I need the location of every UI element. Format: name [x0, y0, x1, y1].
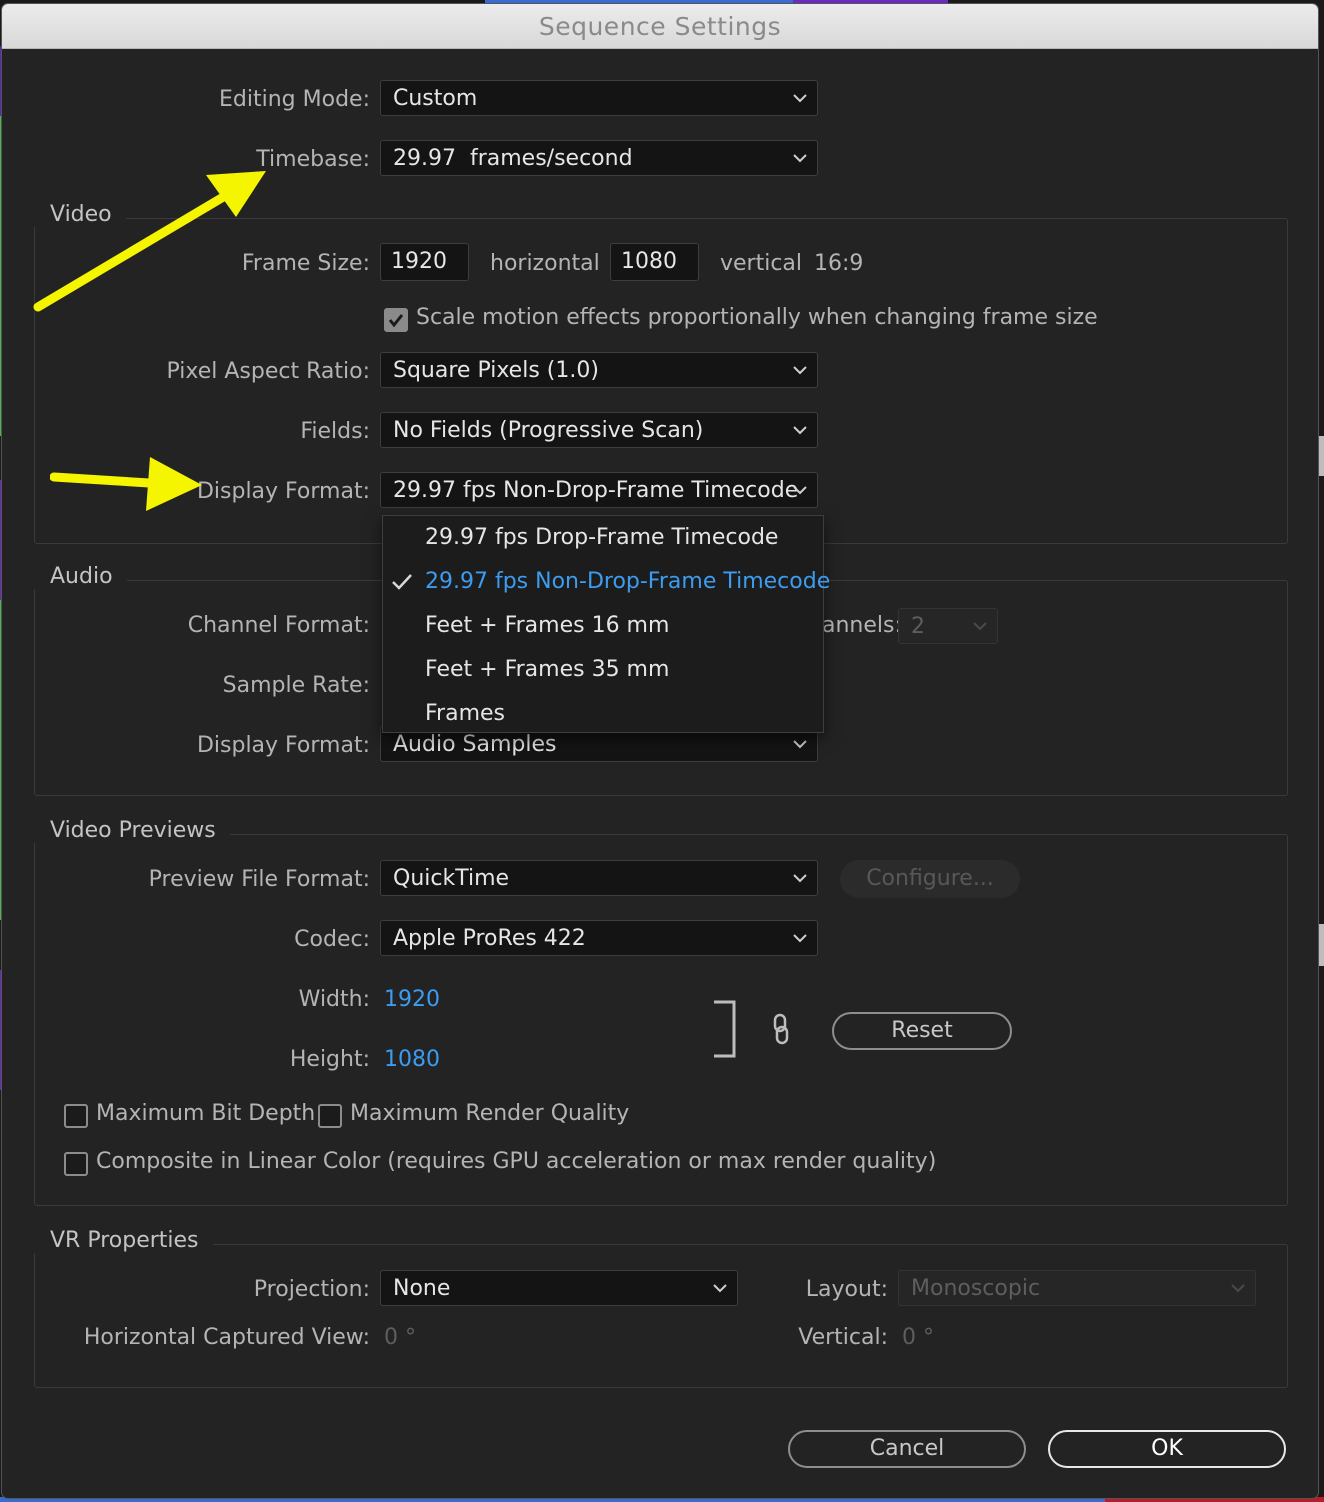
pixel-aspect-ratio-label: Pixel Aspect Ratio: — [166, 359, 371, 384]
fields-dropdown[interactable]: No Fields (Progressive Scan) — [380, 412, 818, 448]
chevron-down-icon — [1231, 1284, 1245, 1293]
preview-file-format-dropdown[interactable]: QuickTime — [380, 860, 818, 896]
editing-mode-label: Editing Mode: — [219, 87, 370, 112]
projection-label: Projection: — [253, 1277, 370, 1302]
chevron-down-icon — [793, 934, 807, 943]
checkmark-icon — [392, 574, 412, 590]
menu-item-frames[interactable]: Frames — [383, 692, 823, 736]
menu-item-non-drop-frame[interactable]: 29.97 fps Non-Drop-Frame Timecode — [383, 560, 830, 604]
background-strip-right-gray — [1318, 436, 1324, 476]
configure-button[interactable]: Configure... — [840, 860, 1020, 898]
cancel-button[interactable]: Cancel — [788, 1430, 1026, 1468]
fields-label: Fields: — [300, 419, 370, 444]
chevron-down-icon — [973, 622, 987, 631]
background-strip-right-gray-2 — [1318, 924, 1324, 966]
projection-dropdown[interactable]: None — [380, 1270, 738, 1306]
preview-width-value[interactable]: 1920 — [384, 987, 440, 1012]
preview-height-label: Height: — [289, 1047, 370, 1072]
display-format-menu: 29.97 fps Drop-Frame Timecode 29.97 fps … — [382, 515, 830, 736]
audio-display-format-label: Display Format: — [196, 733, 370, 758]
menu-item-drop-frame[interactable]: 29.97 fps Drop-Frame Timecode — [383, 516, 823, 560]
frame-width-value: 1920 — [391, 249, 447, 274]
preview-height-value[interactable]: 1080 — [384, 1047, 440, 1072]
chevron-down-icon — [793, 486, 807, 495]
frame-width-input[interactable]: 1920 — [380, 243, 469, 281]
scale-motion-label: Scale motion effects proportionally when… — [416, 305, 1098, 330]
video-display-format-label: Display Format: — [196, 479, 370, 504]
max-render-quality-label: Maximum Render Quality — [350, 1101, 630, 1126]
pixel-aspect-ratio-value: Square Pixels (1.0) — [393, 358, 599, 383]
chevron-down-icon — [793, 94, 807, 103]
fields-value: No Fields (Progressive Scan) — [393, 418, 704, 443]
chevron-down-icon — [793, 740, 807, 749]
menu-item-label: Feet + Frames 16 mm — [425, 613, 670, 638]
ok-button[interactable]: OK — [1048, 1430, 1286, 1468]
menu-item-label: 29.97 fps Non-Drop-Frame Timecode — [425, 569, 831, 594]
layout-dropdown[interactable]: Monoscopic — [898, 1270, 1256, 1306]
codec-label: Codec: — [294, 927, 370, 952]
channels-value: 2 — [911, 614, 925, 639]
editing-mode-value: Custom — [393, 86, 478, 111]
vertical-label: vertical — [720, 251, 803, 276]
layout-value: Monoscopic — [911, 1276, 1041, 1301]
chevron-down-icon — [713, 1284, 727, 1293]
menu-item-feet-frames-16[interactable]: Feet + Frames 16 mm — [383, 604, 823, 648]
scale-motion-checkbox[interactable] — [384, 308, 408, 332]
frame-height-input[interactable]: 1080 — [610, 243, 699, 281]
annotation-arrow-timebase-icon — [33, 171, 266, 312]
menu-item-label: 29.97 fps Drop-Frame Timecode — [425, 525, 779, 550]
composite-linear-checkbox[interactable] — [64, 1152, 88, 1176]
frame-height-value: 1080 — [621, 249, 677, 274]
max-bit-depth-checkbox[interactable] — [64, 1104, 88, 1128]
aspect-ratio-text: 16:9 — [814, 251, 864, 276]
projection-value: None — [393, 1276, 451, 1301]
audio-group-title: Audio — [34, 564, 127, 589]
timebase-value: 29.97 frames/second — [393, 146, 633, 171]
video-previews-group-title: Video Previews — [34, 818, 230, 843]
channel-format-label: Channel Format: — [187, 613, 370, 638]
preview-width-label: Width: — [298, 987, 370, 1012]
max-render-quality-checkbox[interactable] — [318, 1104, 342, 1128]
timebase-dropdown[interactable]: 29.97 frames/second — [380, 140, 818, 176]
reset-button[interactable]: Reset — [832, 1012, 1012, 1050]
annotation-arrow-display-format-icon — [50, 457, 202, 511]
preview-file-format-value: QuickTime — [393, 866, 510, 891]
channels-dropdown[interactable]: 2 — [898, 608, 998, 644]
preview-file-format-label: Preview File Format: — [148, 867, 370, 892]
horizontal-view-value: 0 ° — [384, 1325, 416, 1350]
channels-label: annels: — [822, 613, 902, 638]
checkmark-icon — [388, 314, 404, 328]
link-bracket-icon — [714, 1000, 736, 1058]
chain-link-icon[interactable] — [772, 1013, 790, 1045]
vertical-view-label: Vertical: — [798, 1325, 888, 1350]
editing-mode-dropdown[interactable]: Custom — [380, 80, 818, 116]
layout-label: Layout: — [805, 1277, 888, 1302]
menu-item-feet-frames-35[interactable]: Feet + Frames 35 mm — [383, 648, 823, 692]
video-display-format-value: 29.97 fps Non-Drop-Frame Timecode — [393, 478, 799, 503]
vr-properties-group-title: VR Properties — [34, 1228, 213, 1253]
menu-item-label: Feet + Frames 35 mm — [425, 657, 670, 682]
menu-item-label: Frames — [425, 701, 506, 726]
horizontal-label: horizontal — [490, 251, 600, 276]
chevron-down-icon — [793, 426, 807, 435]
pixel-aspect-ratio-dropdown[interactable]: Square Pixels (1.0) — [380, 352, 818, 388]
chevron-down-icon — [793, 154, 807, 163]
sample-rate-label: Sample Rate: — [222, 673, 370, 698]
video-display-format-dropdown[interactable]: 29.97 fps Non-Drop-Frame Timecode — [380, 472, 818, 508]
horizontal-view-label: Horizontal Captured View: — [83, 1325, 370, 1350]
chevron-down-icon — [793, 874, 807, 883]
dialog-title: Sequence Settings — [2, 4, 1318, 49]
codec-dropdown[interactable]: Apple ProRes 422 — [380, 920, 818, 956]
chevron-down-icon — [793, 366, 807, 375]
max-bit-depth-label: Maximum Bit Depth — [96, 1101, 316, 1126]
codec-value: Apple ProRes 422 — [393, 926, 586, 951]
timebase-label: Timebase: — [256, 147, 370, 172]
vr-properties-group — [34, 1244, 1288, 1388]
vertical-view-value: 0 ° — [902, 1325, 934, 1350]
composite-linear-label: Composite in Linear Color (requires GPU … — [96, 1149, 937, 1174]
